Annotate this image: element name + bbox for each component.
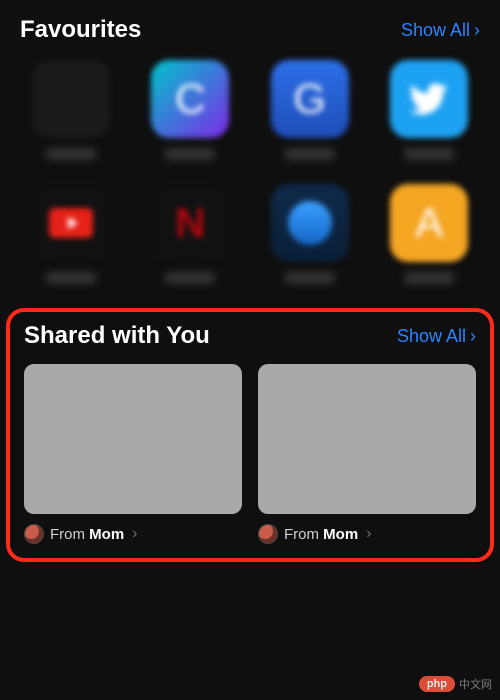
shared-thumbnail[interactable] bbox=[258, 364, 476, 514]
avatar bbox=[258, 524, 278, 544]
favourites-title: Favourites bbox=[20, 16, 141, 44]
youtube-icon bbox=[32, 184, 110, 262]
amazon-icon: A bbox=[390, 184, 468, 262]
favourite-item-amazon[interactable]: A bbox=[379, 184, 481, 284]
chevron-right-icon: › bbox=[474, 21, 480, 39]
work-icon bbox=[32, 60, 110, 138]
favourite-label bbox=[404, 272, 454, 284]
favourites-section: Favourites Show All › C G bbox=[0, 0, 500, 284]
favourite-label bbox=[46, 272, 96, 284]
favourite-item-prime[interactable] bbox=[259, 184, 361, 284]
shared-card: From Mom › bbox=[24, 364, 242, 544]
favourite-item-work[interactable] bbox=[20, 60, 122, 160]
favourite-item-youtube[interactable] bbox=[20, 184, 122, 284]
avatar bbox=[24, 524, 44, 544]
shared-card: From Mom › bbox=[258, 364, 476, 544]
shared-from-label: From Mom bbox=[284, 526, 358, 543]
watermark-text: 中文网 bbox=[459, 676, 492, 692]
favourite-label bbox=[165, 148, 215, 160]
favourite-item-twitter[interactable] bbox=[379, 60, 481, 160]
favourite-label bbox=[46, 148, 96, 160]
bird-icon bbox=[409, 79, 449, 119]
gmail-icon: G bbox=[271, 60, 349, 138]
shared-show-all-label: Show All bbox=[397, 326, 466, 347]
favourite-label bbox=[285, 148, 335, 160]
shared-title: Shared with You bbox=[24, 322, 210, 350]
favourite-item-netflix[interactable]: N bbox=[140, 184, 242, 284]
shared-show-all-button[interactable]: Show All › bbox=[397, 326, 476, 347]
shared-thumbnail[interactable] bbox=[24, 364, 242, 514]
shared-header: Shared with You Show All › bbox=[24, 322, 476, 350]
favourites-show-all-button[interactable]: Show All › bbox=[401, 20, 480, 41]
favourites-header: Favourites Show All › bbox=[20, 16, 480, 44]
netflix-icon: N bbox=[151, 184, 229, 262]
favourites-show-all-label: Show All bbox=[401, 20, 470, 41]
shared-from-button[interactable]: From Mom › bbox=[24, 524, 242, 544]
watermark-badge: php bbox=[419, 676, 455, 692]
chevron-right-icon: › bbox=[132, 525, 137, 543]
watermark: php 中文网 bbox=[419, 676, 492, 692]
favourite-label bbox=[404, 148, 454, 160]
shared-from-button[interactable]: From Mom › bbox=[258, 524, 476, 544]
favourite-label bbox=[165, 272, 215, 284]
chevron-right-icon: › bbox=[470, 327, 476, 345]
canva-icon: C bbox=[151, 60, 229, 138]
shared-cards: From Mom › From Mom › bbox=[24, 364, 476, 544]
twitter-icon bbox=[390, 60, 468, 138]
favourite-item-gmail[interactable]: G bbox=[259, 60, 361, 160]
favourite-label bbox=[285, 272, 335, 284]
favourites-grid: C G N A bbox=[20, 60, 480, 284]
shared-with-you-section: Shared with You Show All › From Mom › Fr… bbox=[6, 308, 494, 562]
chevron-right-icon: › bbox=[366, 525, 371, 543]
favourite-item-canva[interactable]: C bbox=[140, 60, 242, 160]
shared-from-label: From Mom bbox=[50, 526, 124, 543]
prime-video-icon bbox=[271, 184, 349, 262]
